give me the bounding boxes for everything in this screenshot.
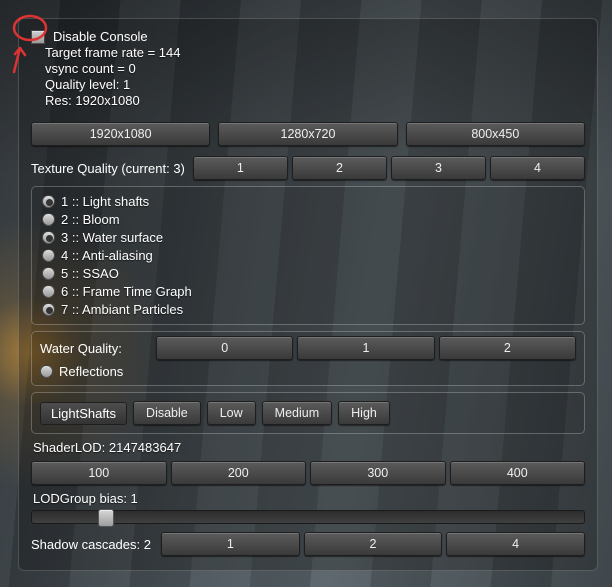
shadow-cascades-2[interactable]: 2 [304,532,443,556]
shader-lod-300[interactable]: 300 [310,461,446,485]
shadow-cascades-4[interactable]: 4 [446,532,585,556]
shadow-cascades-label: Shadow cascades: 2 [31,537,151,552]
lodgroup-bias-slider[interactable] [31,510,585,524]
texture-quality-2[interactable]: 2 [292,156,387,180]
toggle-bloom-label: 2 :: Bloom [61,212,120,227]
toggle-anti-aliasing-label: 4 :: Anti-aliasing [61,248,153,263]
water-quality-2[interactable]: 2 [439,336,576,360]
texture-quality-4[interactable]: 4 [490,156,585,180]
toggle-anti-aliasing[interactable] [42,249,55,262]
texture-quality-label: Texture Quality (current: 3) [31,161,185,176]
disable-console-label: Disable Console [53,29,148,44]
toggle-water-surface[interactable] [42,231,55,244]
toggle-ssao[interactable] [42,267,55,280]
lightshafts-panel: LightShafts Disable Low Medium High [31,392,585,434]
toggle-frame-time-graph-label: 6 :: Frame Time Graph [61,284,192,299]
lodgroup-bias-thumb[interactable] [98,509,114,527]
shader-lod-400[interactable]: 400 [450,461,586,485]
lodgroup-bias-label: LODGroup bias: 1 [33,491,585,506]
toggle-ambiant-particles[interactable] [42,303,55,316]
shader-lod-100[interactable]: 100 [31,461,167,485]
lightshafts-low[interactable]: Low [207,401,256,425]
texture-quality-1[interactable]: 1 [193,156,288,180]
toggle-ambiant-particles-label: 7 :: Ambiant Particles [61,302,183,317]
res-button-2[interactable]: 800x450 [406,122,585,146]
info-res: Res: 1920x1080 [45,93,585,108]
toggle-bloom[interactable] [42,213,55,226]
shader-lod-label: ShaderLOD: 2147483647 [33,440,585,455]
disable-console-checkbox[interactable] [31,30,45,44]
water-quality-label: Water Quality: [40,341,148,356]
lightshafts-title: LightShafts [40,402,127,425]
res-button-0[interactable]: 1920x1080 [31,122,210,146]
toggle-water-surface-label: 3 :: Water surface [61,230,163,245]
info-vsync-count: vsync count = 0 [45,61,585,76]
info-quality-level: Quality level: 1 [45,77,585,92]
water-quality-panel: Water Quality: 0 1 2 Reflections [31,331,585,386]
reflections-toggle[interactable] [40,365,53,378]
water-quality-0[interactable]: 0 [156,336,293,360]
texture-quality-3[interactable]: 3 [391,156,486,180]
toggle-light-shafts-label: 1 :: Light shafts [61,194,149,209]
res-button-1[interactable]: 1280x720 [218,122,397,146]
lightshafts-high[interactable]: High [338,401,390,425]
debug-settings-panel: Disable Console Target frame rate = 144 … [18,18,598,571]
toggle-light-shafts[interactable] [42,195,55,208]
info-target-frame-rate: Target frame rate = 144 [45,45,585,60]
water-quality-1[interactable]: 1 [297,336,434,360]
toggle-ssao-label: 5 :: SSAO [61,266,119,281]
lightshafts-disable[interactable]: Disable [133,401,201,425]
shadow-cascades-1[interactable]: 1 [161,532,300,556]
feature-toggles-panel: 1 :: Light shafts 2 :: Bloom 3 :: Water … [31,186,585,325]
shader-lod-200[interactable]: 200 [171,461,307,485]
reflections-label: Reflections [59,364,123,379]
lightshafts-medium[interactable]: Medium [262,401,332,425]
toggle-frame-time-graph[interactable] [42,285,55,298]
